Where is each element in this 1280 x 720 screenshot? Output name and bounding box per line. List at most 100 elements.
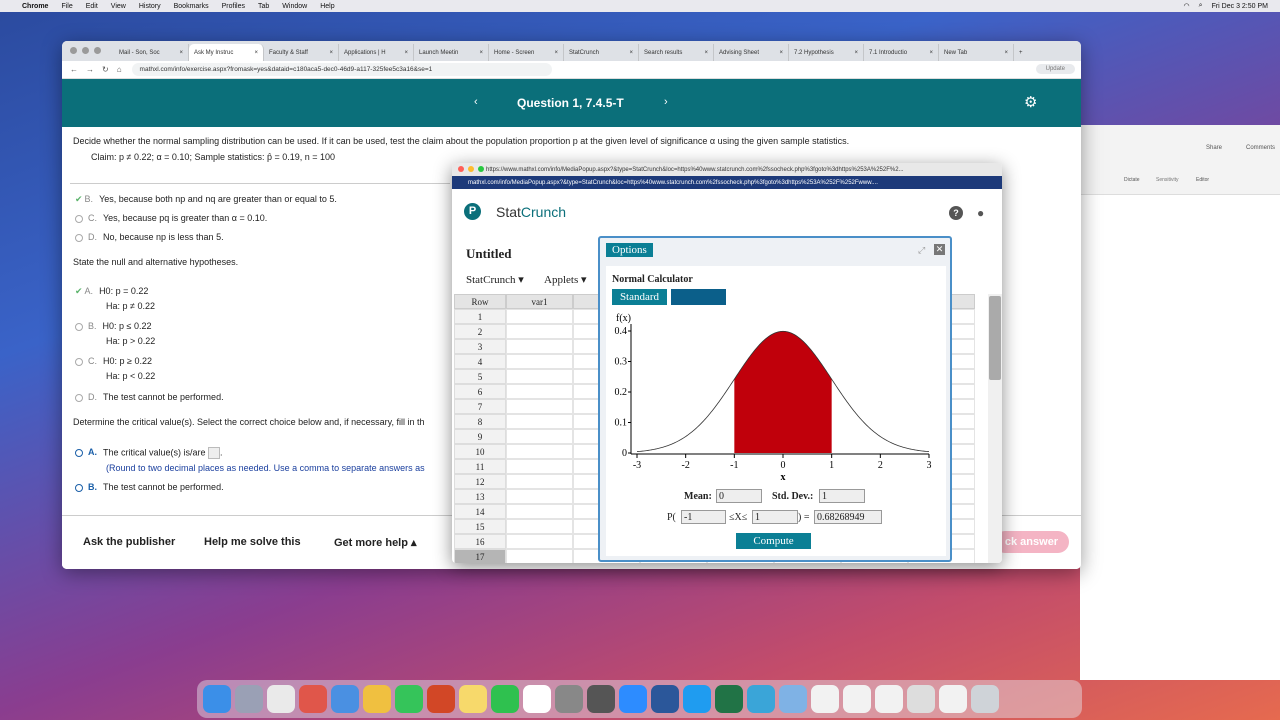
close-icon[interactable]: ×	[626, 50, 633, 56]
menu-history[interactable]: History	[139, 3, 161, 10]
menu-profiles[interactable]: Profiles	[222, 3, 245, 10]
menu-help[interactable]: Help	[320, 3, 334, 10]
home-icon[interactable]: ⌂	[117, 65, 122, 74]
safari-icon[interactable]	[683, 685, 711, 713]
tab-search[interactable]: Search results ×	[639, 44, 714, 61]
back-icon[interactable]: ←	[70, 65, 78, 74]
wifi-icon[interactable]: ◠	[1184, 2, 1190, 10]
record-icon[interactable]	[907, 685, 935, 713]
tab-home[interactable]: Home - Screen ×	[489, 44, 564, 61]
grid-cell[interactable]	[506, 414, 573, 429]
radio-button[interactable]	[75, 483, 83, 492]
crit-choice-b[interactable]: B. The test cannot be performed.	[75, 482, 224, 492]
mail-icon[interactable]	[331, 685, 359, 713]
tab-7-1[interactable]: 7.1 Introductio ×	[864, 44, 939, 61]
menu-tab[interactable]: Tab	[258, 3, 269, 10]
grid-cell[interactable]	[506, 534, 573, 549]
trash-icon[interactable]	[971, 685, 999, 713]
notes-icon[interactable]	[459, 685, 487, 713]
grid-cell[interactable]	[506, 324, 573, 339]
window-thumbnail-icon[interactable]	[875, 685, 903, 713]
between-tab[interactable]	[671, 289, 726, 305]
books-icon[interactable]	[299, 685, 327, 713]
close-icon[interactable]: ×	[701, 50, 708, 56]
grid-cell[interactable]	[506, 384, 573, 399]
menu-view[interactable]: View	[111, 3, 126, 10]
app-icon[interactable]	[779, 685, 807, 713]
facetime-icon[interactable]	[491, 685, 519, 713]
gear-icon[interactable]: ⚙	[1024, 93, 1037, 111]
menu-edit[interactable]: Edit	[86, 3, 98, 10]
grid-cell[interactable]	[506, 489, 573, 504]
previous-question-icon[interactable]: ‹	[474, 96, 478, 108]
crit-choice-a[interactable]: A. The critical value(s) is/are .	[75, 447, 223, 459]
hyp-choice-b[interactable]: B. H0: p ≤ 0.22	[75, 321, 151, 331]
reload-icon[interactable]: ↻	[102, 65, 109, 74]
hyp-choice-a[interactable]: ✔ A. H0: p = 0.22	[75, 286, 148, 297]
word-comments-button[interactable]: Comments	[1246, 145, 1275, 151]
minimize-dot-icon[interactable]	[82, 47, 89, 54]
tab-faculty[interactable]: Faculty & Staff ×	[264, 44, 339, 61]
standard-tab[interactable]: Standard	[612, 289, 667, 305]
radio-button[interactable]	[75, 322, 83, 331]
grid-cell[interactable]	[506, 444, 573, 459]
search-icon[interactable]: ⌕	[1199, 2, 1203, 10]
window-thumbnail-icon[interactable]	[843, 685, 871, 713]
close-dot-icon[interactable]	[458, 166, 464, 172]
messages-icon[interactable]	[395, 685, 423, 713]
clock[interactable]: Fri Dec 3 2:50 PM	[1212, 3, 1268, 10]
mean-input[interactable]: 0	[716, 489, 762, 503]
forward-icon[interactable]: →	[86, 65, 94, 74]
more-help-link[interactable]: Get more help ▴	[334, 536, 417, 549]
calendar-icon[interactable]	[523, 685, 551, 713]
choice-d[interactable]: D. No, because np is less than 5.	[75, 232, 224, 242]
zoom-dot-icon[interactable]	[478, 166, 484, 172]
radio-button[interactable]	[75, 233, 83, 242]
grid-cell[interactable]	[506, 339, 573, 354]
close-icon[interactable]: ×	[851, 50, 858, 56]
compute-button[interactable]: Compute	[736, 533, 811, 549]
upper-bound-input[interactable]: 1	[752, 510, 798, 524]
menu-app[interactable]: Chrome	[22, 3, 48, 10]
choice-c[interactable]: C. Yes, because pq is greater than α = 0.…	[75, 213, 267, 223]
update-button[interactable]: Update	[1035, 64, 1075, 74]
statcrunch-menu[interactable]: StatCrunch ▾	[466, 273, 524, 286]
word-sensitivity-button[interactable]: Sensitivity	[1156, 177, 1179, 183]
tab-ask-instructor[interactable]: Ask My Instruc ×	[189, 44, 264, 61]
radio-button[interactable]	[75, 214, 83, 223]
close-dot-icon[interactable]	[70, 47, 77, 54]
grid-cell[interactable]	[506, 309, 573, 324]
maximize-icon[interactable]: ⤢	[918, 245, 925, 256]
powerpoint-icon[interactable]	[427, 685, 455, 713]
close-icon[interactable]: ×	[1001, 50, 1008, 56]
close-icon[interactable]: ×	[401, 50, 408, 56]
user-icon[interactable]: ●	[977, 206, 984, 220]
tab-launch-meeting[interactable]: Launch Meetin ×	[414, 44, 489, 61]
close-icon[interactable]: ×	[176, 50, 183, 56]
tab-statcrunch[interactable]: StatCrunch ×	[564, 44, 639, 61]
launchpad-icon[interactable]	[235, 685, 263, 713]
critical-value-input[interactable]	[208, 447, 221, 459]
tab-7-2[interactable]: 7.2 Hypothesis ×	[789, 44, 864, 61]
close-icon[interactable]: ×	[326, 50, 333, 56]
close-icon[interactable]: ✕	[934, 244, 945, 255]
zoom-dot-icon[interactable]	[94, 47, 101, 54]
close-icon[interactable]: ×	[926, 50, 933, 56]
grid-cell[interactable]	[506, 459, 573, 474]
word-dictate-button[interactable]: Dictate	[1124, 177, 1140, 183]
finder-icon[interactable]	[203, 685, 231, 713]
hyp-choice-c[interactable]: C. H0: p ≥ 0.22	[75, 356, 152, 366]
help-solve-link[interactable]: Help me solve this	[204, 536, 301, 548]
word-share-button[interactable]: Share	[1206, 145, 1222, 151]
grid-cell[interactable]	[506, 369, 573, 384]
close-icon[interactable]: ×	[551, 50, 558, 56]
grid-cell[interactable]	[506, 519, 573, 534]
hyp-choice-d[interactable]: D. The test cannot be performed.	[75, 392, 224, 402]
calculator-icon[interactable]	[587, 685, 615, 713]
new-tab-button[interactable]: +	[1014, 44, 1034, 61]
options-title[interactable]: Options	[606, 243, 653, 257]
word-icon[interactable]	[651, 685, 679, 713]
menu-bookmarks[interactable]: Bookmarks	[174, 3, 209, 10]
menu-file[interactable]: File	[61, 3, 72, 10]
tab-mail[interactable]: Mail - Son, Soc ×	[114, 44, 189, 61]
